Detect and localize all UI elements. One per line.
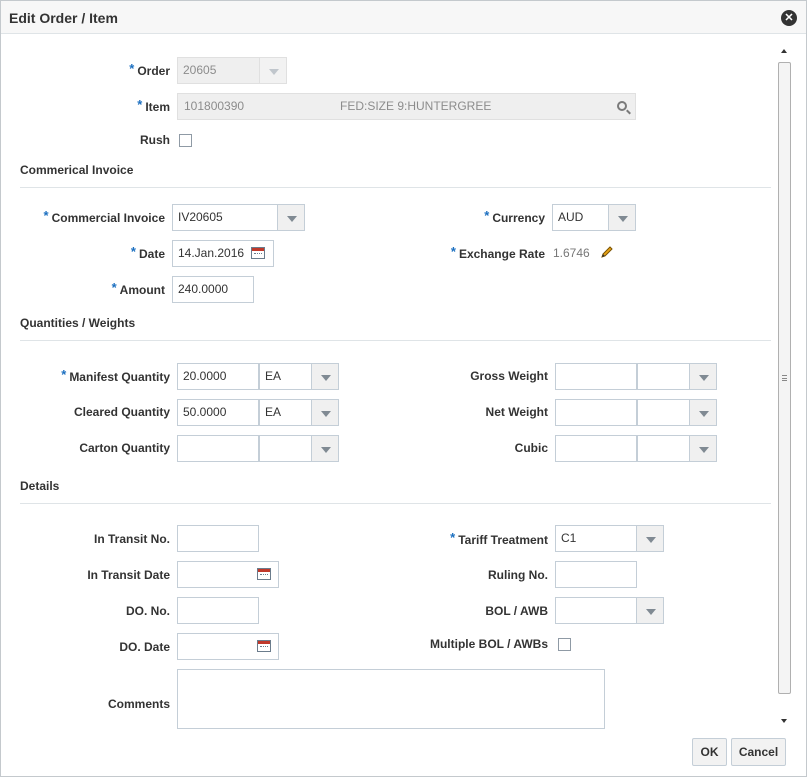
in-transit-no-input[interactable] xyxy=(177,525,259,552)
calendar-icon[interactable] xyxy=(257,640,271,652)
currency-dropdown-button[interactable] xyxy=(608,204,636,231)
do-date-label: DO. Date xyxy=(119,640,170,654)
commercial-invoice-dropdown-button[interactable] xyxy=(277,204,305,231)
ruling-no-input[interactable] xyxy=(555,561,637,588)
order-select[interactable]: 20605 xyxy=(177,57,260,84)
chevron-down-icon xyxy=(321,411,331,417)
cleared-quantity-label: Cleared Quantity xyxy=(73,405,170,419)
bol-awb-select[interactable] xyxy=(555,597,637,624)
item-number: 101800390 xyxy=(184,99,245,113)
multiple-bol-awbs-label: Multiple BOL / AWBs xyxy=(429,637,548,651)
manifest-quantity-input[interactable]: 20.0000 xyxy=(177,363,259,390)
chevron-down-icon xyxy=(321,375,331,381)
search-icon[interactable] xyxy=(617,101,627,111)
calendar-icon[interactable] xyxy=(251,247,265,259)
vertical-scrollbar[interactable] xyxy=(777,45,793,727)
close-icon[interactable]: ✕ xyxy=(781,10,797,26)
bol-awb-dropdown-button[interactable] xyxy=(636,597,664,624)
carton-quantity-uom-select[interactable] xyxy=(259,435,312,462)
dialog-titlebar: Edit Order / Item ✕ xyxy=(1,1,806,34)
net-weight-uom-select[interactable] xyxy=(637,399,690,426)
amount-label: * Amount xyxy=(111,280,165,297)
multiple-bol-awbs-checkbox[interactable] xyxy=(558,638,571,651)
chevron-down-icon xyxy=(699,447,709,453)
exchange-rate-value: 1.6746 xyxy=(553,246,590,260)
cancel-button[interactable]: Cancel xyxy=(731,738,786,766)
order-dropdown-button[interactable] xyxy=(259,57,287,84)
commercial-invoice-select[interactable]: IV20605 xyxy=(172,204,278,231)
exchange-rate-label: * Exchange Rate xyxy=(450,244,545,261)
manifest-uom-dropdown-button[interactable] xyxy=(311,363,339,390)
chevron-down-icon xyxy=(699,411,709,417)
chevron-down-icon xyxy=(321,447,331,453)
rush-label: Rush xyxy=(140,133,170,147)
bol-awb-label: BOL / AWB xyxy=(485,604,548,618)
date-label: * Date xyxy=(130,244,165,261)
cleared-quantity-input[interactable]: 50.0000 xyxy=(177,399,259,426)
pencil-icon[interactable] xyxy=(600,245,614,259)
cubic-label: Cubic xyxy=(514,441,548,455)
gross-weight-input[interactable] xyxy=(555,363,637,390)
item-field[interactable]: 101800390 FED:SIZE 9:HUNTERGREE xyxy=(177,93,636,120)
carton-quantity-input[interactable] xyxy=(177,435,259,462)
divider xyxy=(20,503,771,504)
comments-textarea[interactable] xyxy=(177,669,605,729)
do-no-label: DO. No. xyxy=(126,604,170,618)
net-weight-input[interactable] xyxy=(555,399,637,426)
net-weight-uom-dropdown-button[interactable] xyxy=(689,399,717,426)
scrollbar-thumb[interactable] xyxy=(778,62,791,694)
manifest-quantity-uom-select[interactable]: EA xyxy=(259,363,312,390)
order-label: * Order xyxy=(129,61,170,78)
amount-input[interactable]: 240.0000 xyxy=(172,276,254,303)
do-no-input[interactable] xyxy=(177,597,259,624)
scroll-up-icon[interactable] xyxy=(781,49,787,53)
chevron-down-icon xyxy=(646,609,656,615)
scroll-down-icon[interactable] xyxy=(781,719,787,723)
manifest-quantity-label: * Manifest Quantity xyxy=(61,367,170,384)
edit-order-item-dialog: Edit Order / Item ✕ * Order 20605 * Item 1… xyxy=(0,0,807,777)
commercial-invoice-label: * Commercial Invoice xyxy=(43,208,165,225)
carton-uom-dropdown-button[interactable] xyxy=(311,435,339,462)
ruling-no-label: Ruling No. xyxy=(488,568,548,582)
dialog-title: Edit Order / Item xyxy=(9,10,118,26)
item-description: FED:SIZE 9:HUNTERGREE xyxy=(340,99,492,113)
details-heading: Details xyxy=(20,479,60,493)
ok-button[interactable]: OK xyxy=(692,738,727,766)
chevron-down-icon xyxy=(618,216,628,222)
divider xyxy=(20,340,771,341)
currency-select[interactable]: AUD xyxy=(552,204,609,231)
comments-label: Comments xyxy=(107,697,170,711)
chevron-down-icon xyxy=(699,375,709,381)
tariff-treatment-select[interactable]: C1 xyxy=(555,525,637,552)
currency-label: * Currency xyxy=(484,208,545,225)
in-transit-date-label: In Transit Date xyxy=(87,568,170,582)
chevron-down-icon xyxy=(269,69,279,75)
quantities-weights-heading: Quantities / Weights xyxy=(20,316,136,330)
divider xyxy=(20,187,771,188)
carton-quantity-label: Carton Quantity xyxy=(79,441,170,455)
calendar-icon[interactable] xyxy=(257,568,271,580)
net-weight-label: Net Weight xyxy=(485,405,548,419)
cleared-quantity-uom-select[interactable]: EA xyxy=(259,399,312,426)
tariff-treatment-dropdown-button[interactable] xyxy=(636,525,664,552)
grip-icon xyxy=(782,375,787,381)
item-label: * Item xyxy=(137,97,170,114)
cubic-uom-dropdown-button[interactable] xyxy=(689,435,717,462)
rush-checkbox[interactable] xyxy=(179,134,192,147)
tariff-treatment-label: * Tariff Treatment xyxy=(450,530,548,547)
chevron-down-icon xyxy=(287,216,297,222)
in-transit-no-label: In Transit No. xyxy=(93,532,170,546)
chevron-down-icon xyxy=(646,537,656,543)
gross-weight-label: Gross Weight xyxy=(470,369,548,383)
commercial-invoice-heading: Commerical Invoice xyxy=(20,163,134,177)
gross-weight-uom-dropdown-button[interactable] xyxy=(689,363,717,390)
cubic-input[interactable] xyxy=(555,435,637,462)
cleared-uom-dropdown-button[interactable] xyxy=(311,399,339,426)
gross-weight-uom-select[interactable] xyxy=(637,363,690,390)
cubic-uom-select[interactable] xyxy=(637,435,690,462)
